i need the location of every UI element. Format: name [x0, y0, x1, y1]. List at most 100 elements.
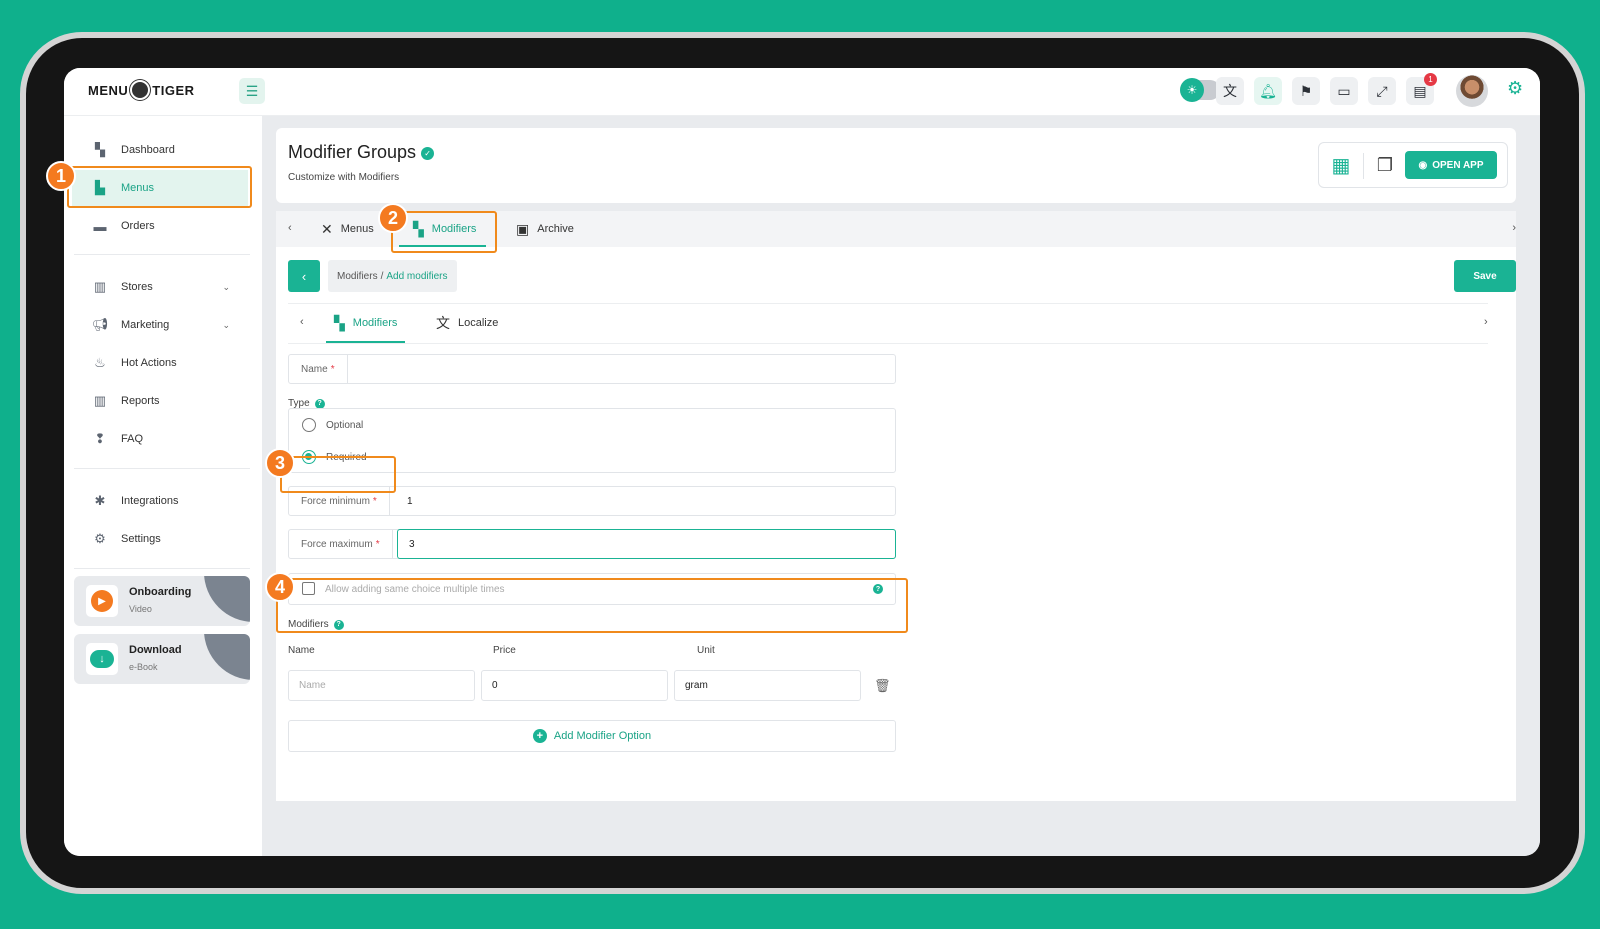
avatar[interactable] — [1456, 75, 1488, 107]
page-title: Modifier Groups ✓ — [288, 142, 435, 163]
verified-icon: ✓ — [421, 147, 435, 160]
name-label: Name * — [289, 355, 348, 383]
sidebar-item-label: Marketing — [121, 319, 170, 331]
orders-icon[interactable]: ▤ 1 — [1406, 73, 1437, 105]
plus-icon: + — [532, 729, 547, 743]
chevron-right-icon[interactable]: › — [1512, 222, 1516, 234]
sidebar-item-label: Reports — [121, 395, 160, 407]
sidebar-item-hot-actions[interactable]: ♨ Hot Actions — [72, 345, 248, 381]
download-ebook-card[interactable]: ↓ Download e-Book — [74, 634, 250, 684]
radio-optional[interactable]: Optional — [302, 418, 363, 432]
callout-highlight-3 — [280, 456, 396, 493]
logo-text-right: TIGER — [152, 82, 195, 98]
force-maximum-input-focus — [397, 529, 896, 559]
fire-icon: ♨ — [94, 355, 106, 370]
sidebar-item-stores[interactable]: ▥ Stores ⌄ — [72, 269, 248, 305]
trash-icon[interactable]: 🗑︎ — [874, 678, 891, 694]
tab-label: Menus — [340, 223, 374, 235]
card-corner-decoration — [204, 634, 250, 680]
sidebar-item-orders[interactable]: ▬ Orders — [72, 208, 248, 244]
settings-icon: ⚙ — [94, 531, 106, 546]
page-title-text: Modifier Groups — [288, 142, 417, 162]
chevron-right-icon[interactable]: › — [1484, 316, 1488, 328]
add-modifier-option-button[interactable]: + Add Modifier Option — [288, 720, 896, 752]
gear-icon[interactable]: ⚙ — [1507, 78, 1523, 99]
page-header: Modifier Groups ✓ Customize with Modifier… — [276, 128, 1516, 203]
sidebar-item-integrations[interactable]: ✱ Integrations — [72, 483, 248, 519]
help-icon[interactable]: ? — [314, 398, 325, 409]
onboarding-video-card[interactable]: ▶ Onboarding Video — [74, 576, 250, 626]
sidebar-item-settings[interactable]: ⚙ Settings — [72, 521, 248, 557]
open-app-button[interactable]: ◉ OPEN APP — [1405, 151, 1497, 179]
top-bar: MENU TIGER ☰ ☀ 文 🔔︎ ⚑ ▭ ⤢ ▤ 1 ⚙ — [64, 68, 1540, 116]
chevron-left-icon[interactable]: ‹ — [300, 316, 304, 328]
radio-label: Optional — [326, 419, 364, 431]
sidebar-item-label: Stores — [121, 281, 153, 293]
open-app-label: OPEN APP — [1432, 159, 1484, 171]
subtab-modifiers[interactable]: ▚ Modifiers — [325, 303, 406, 343]
add-option-label: Add Modifier Option — [553, 730, 652, 742]
breadcrumb-current: Add modifiers — [386, 270, 448, 282]
back-button[interactable]: ‹ — [288, 260, 320, 292]
cloud-download-icon: ↓ — [90, 650, 114, 668]
translate-icon[interactable]: 文 — [1216, 77, 1244, 105]
column-header-unit: Unit — [697, 645, 715, 656]
save-button[interactable]: Save — [1454, 260, 1516, 292]
subtab-label: Modifiers — [352, 317, 398, 329]
hamburger-icon[interactable]: ☰ — [239, 78, 265, 104]
force-maximum-label: Force maximum * — [289, 530, 393, 558]
radio-button[interactable] — [302, 418, 316, 432]
divider — [288, 343, 1488, 344]
theme-toggle[interactable]: ☀ — [1180, 78, 1220, 102]
tab-archive[interactable]: ▣ Archive — [516, 211, 574, 247]
sidebar-item-reports[interactable]: ▥ Reports — [72, 383, 248, 419]
promo-title: Onboarding — [129, 586, 192, 598]
sidebar-item-label: Settings — [121, 533, 161, 545]
tab-menus[interactable]: ✕ Menus — [321, 211, 374, 247]
sidebar-item-label: Hot Actions — [121, 357, 177, 369]
modifier-price-input[interactable]: 0 — [481, 670, 668, 701]
force-maximum-field[interactable]: Force maximum * 3 — [288, 529, 896, 559]
callout-number-2: 2 — [378, 203, 408, 233]
label-text: Name — [301, 363, 328, 375]
copy-icon[interactable]: ❐ — [1373, 153, 1397, 177]
subtab-localize[interactable]: 文 Localize — [436, 303, 498, 343]
sidebar-item-faq[interactable]: ❢ FAQ — [72, 421, 248, 457]
modifier-unit-select[interactable]: gram — [674, 670, 861, 701]
breadcrumb-parent[interactable]: Modifiers — [337, 271, 378, 282]
force-maximum-value[interactable]: 3 — [409, 530, 415, 558]
callout-highlight-1 — [67, 166, 252, 208]
translate-icon: 文 — [436, 315, 450, 331]
chevron-left-icon[interactable]: ‹ — [288, 222, 292, 234]
qr-code-icon[interactable]: ▦ — [1329, 153, 1353, 177]
page-subtitle: Customize with Modifiers — [288, 172, 400, 183]
sidebar-divider — [74, 568, 250, 569]
fullscreen-icon[interactable]: ⤢ — [1368, 77, 1396, 105]
sidebar-divider — [74, 468, 250, 469]
sidebar-item-label: FAQ — [121, 433, 144, 445]
label-text: Force maximum — [301, 538, 373, 550]
play-icon: ▶ — [91, 590, 113, 612]
flag-icon[interactable]: ⚑ — [1292, 77, 1320, 105]
header-actions: ▦ ❐ ◉ OPEN APP — [1318, 142, 1508, 188]
modifier-name-input[interactable]: Name — [288, 670, 475, 701]
bell-icon[interactable]: 🔔︎ — [1254, 77, 1282, 105]
required-mark: * — [375, 538, 380, 550]
megaphone-icon: 📢︎ — [91, 317, 109, 332]
column-header-price: Price — [493, 645, 516, 656]
sidebar-item-label: Dashboard — [121, 144, 175, 156]
devices-icon[interactable]: ▭ — [1330, 77, 1358, 105]
archive-icon: ▣ — [516, 220, 530, 237]
play-icon-tile: ▶ — [86, 585, 118, 617]
chevron-down-icon: ⌄ — [222, 319, 230, 330]
promo-title: Download — [129, 644, 182, 656]
force-minimum-value[interactable]: 1 — [407, 487, 413, 515]
sidebar: ▚ Dashboard ▙ Menus ▬ Orders ▥ Stores ⌄ … — [64, 116, 262, 856]
dashboard-icon: ▚ — [95, 142, 105, 157]
sidebar-item-dashboard[interactable]: ▚ Dashboard — [72, 132, 248, 168]
cloud-icon-tile: ↓ — [86, 643, 118, 675]
eye-icon: ◉ — [1418, 159, 1428, 171]
sidebar-item-marketing[interactable]: 📢︎ Marketing ⌄ — [72, 307, 248, 343]
logo[interactable]: MENU TIGER — [88, 80, 195, 100]
name-field[interactable]: Name * — [288, 354, 896, 384]
